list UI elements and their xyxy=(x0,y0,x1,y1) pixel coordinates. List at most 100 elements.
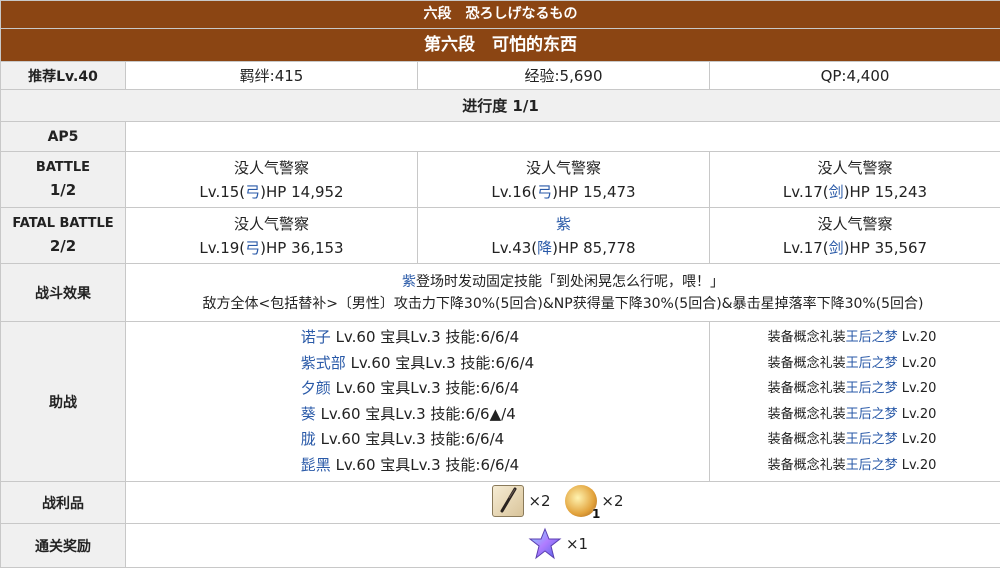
drops-label: 战利品 xyxy=(0,481,126,524)
servant-link[interactable]: 诺子 xyxy=(301,328,331,346)
gem-icon[interactable]: 1 xyxy=(565,484,600,521)
support-ce: 装备概念礼装王后之梦 Lv.20 xyxy=(711,402,995,428)
progress-row: 进行度 1/1 xyxy=(0,89,1000,122)
ce-link[interactable]: 王后之梦 xyxy=(846,330,898,345)
enemy-name: 没人气警察 xyxy=(525,158,601,177)
effect-label: 战斗效果 xyxy=(0,263,126,322)
drops-row: 战利品 ×2 1 ×2 xyxy=(0,481,1000,524)
enemy-name-link[interactable]: 紫 xyxy=(419,212,709,236)
ce-prefix: 装备概念礼装 xyxy=(767,406,846,422)
ce-link[interactable]: 王后之梦 xyxy=(846,356,898,371)
servant-info: Lv.60 宝具Lv.3 技能:6/6▲/4 xyxy=(315,404,516,423)
battle-label-1: BATTLE 1/2 xyxy=(0,151,126,208)
feather-icon[interactable] xyxy=(492,484,525,517)
effect-line-1-text: 登场时发动固定技能「到处闲晃怎么行呢，喂！」 xyxy=(416,273,724,290)
effect-row: 战斗效果 紫登场时发动固定技能「到处闲晃怎么行呢，喂！」 敌方全体<包括替补>〔… xyxy=(0,263,1000,322)
enemy-class-link[interactable]: 弓 xyxy=(245,239,260,257)
qp-value: QP:4,400 xyxy=(709,61,1000,90)
enemy-cell: 没人气警察 Lv.15(弓)HP 14,952 xyxy=(125,151,418,208)
enemy-stat: Lv.15(弓)HP 14,952 xyxy=(127,180,417,204)
reward-label: 通关奖励 xyxy=(0,523,126,568)
effect-line-2: 敌方全体<包括替补>〔男性〕攻击力下降30%(5回合)&NP获得量下降30%(5… xyxy=(202,295,924,312)
battle-label-1-title: BATTLE xyxy=(35,160,91,175)
ce-level: Lv.20 xyxy=(897,355,937,371)
enemy-level: Lv.15( xyxy=(199,182,246,201)
servant-info: Lv.60 宝具Lv.3 技能:6/6/4 xyxy=(345,353,535,372)
reward-cell: ×1 xyxy=(125,523,1000,568)
reward-qty: ×1 xyxy=(565,534,589,553)
enemy-name: 没人气警察 xyxy=(817,158,893,177)
battle-label-2-title: FATAL BATTLE xyxy=(12,216,114,231)
title-row-jp: 六段 恐ろしげなるもの xyxy=(0,0,1000,29)
enemy-class-link[interactable]: 弓 xyxy=(245,183,260,201)
enemy-level: Lv.17( xyxy=(782,238,829,257)
support-servant: 紫式部 Lv.60 宝具Lv.3 技能:6/6/4 xyxy=(301,351,534,377)
enemy-name: 没人气警察 xyxy=(233,158,309,177)
enemy-name: 没人气警察 xyxy=(233,214,309,233)
enemy-class-link[interactable]: 剑 xyxy=(829,239,844,257)
servant-info: Lv.60 宝具Lv.3 技能:6/6/4 xyxy=(330,379,520,397)
support-ce: 装备概念礼装王后之梦 Lv.20 xyxy=(711,427,995,453)
ce-prefix: 装备概念礼装 xyxy=(767,355,846,371)
info-row: 推荐Lv.40 羁绊:415 经验:5,690 QP:4,400 xyxy=(0,61,1000,90)
title-row-cn: 第六段 可怕的东西 xyxy=(0,28,1000,62)
ap-label: AP5 xyxy=(0,121,126,152)
bond-value: 羁绊:415 xyxy=(125,61,418,90)
servant-link[interactable]: 胧 xyxy=(301,430,316,448)
enemy-name: 没人气警察 xyxy=(817,214,893,233)
effect-servant-link[interactable]: 紫 xyxy=(402,274,416,290)
effect-cell: 紫登场时发动固定技能「到处闲晃怎么行呢，喂！」 敌方全体<包括替补>〔男性〕攻击… xyxy=(125,263,1000,322)
reward-item: ×1 xyxy=(528,527,598,561)
support-ce-list: 装备概念礼装王后之梦 Lv.20 装备概念礼装王后之梦 Lv.20 装备概念礼装… xyxy=(709,321,1000,482)
ce-link[interactable]: 王后之梦 xyxy=(846,381,898,396)
support-servant-list: 诺子 Lv.60 宝具Lv.3 技能:6/6/4 紫式部 Lv.60 宝具Lv.… xyxy=(301,325,534,478)
drop-item: ×2 xyxy=(492,484,560,517)
ce-link[interactable]: 王后之梦 xyxy=(846,407,898,422)
enemy-level: Lv.43( xyxy=(491,238,538,257)
servant-link[interactable]: 夕颜 xyxy=(301,379,331,397)
ce-prefix: 装备概念礼装 xyxy=(767,432,846,447)
battle-label-2: FATAL BATTLE 2/2 xyxy=(0,207,126,264)
battle-row-1: BATTLE 1/2 没人气警察 Lv.15(弓)HP 14,952 没人气警察… xyxy=(0,151,1000,208)
enemy-stat: Lv.16(弓)HP 15,473 xyxy=(419,180,709,204)
progress-label: 进行度 1/1 xyxy=(0,89,1000,122)
enemy-hp: )HP 15,473 xyxy=(552,182,636,201)
enemy-cell: 没人气警察 Lv.17(剑)HP 35,567 xyxy=(709,207,1000,264)
enemy-hp: )HP 14,952 xyxy=(260,182,344,201)
ce-link[interactable]: 王后之梦 xyxy=(846,432,898,447)
enemy-class-link[interactable]: 弓 xyxy=(537,183,552,201)
enemy-cell: 没人气警察 Lv.17(剑)HP 15,243 xyxy=(709,151,1000,208)
support-ce: 装备概念礼装王后之梦 Lv.20 xyxy=(711,325,995,351)
drop-badge: 1 xyxy=(592,506,601,521)
ce-level: Lv.20 xyxy=(897,432,937,447)
servant-link[interactable]: 紫式部 xyxy=(301,354,346,372)
support-servant: 夕颜 Lv.60 宝具Lv.3 技能:6/6/4 xyxy=(301,376,534,402)
enemy-level: Lv.16( xyxy=(491,182,538,201)
enemy-level: Lv.19( xyxy=(199,238,246,257)
saint-quartz-icon[interactable] xyxy=(528,527,562,561)
support-servant: 髭黑 Lv.60 宝具Lv.3 技能:6/6/4 xyxy=(301,453,534,479)
support-ce: 装备概念礼装王后之梦 Lv.20 xyxy=(711,376,995,402)
servant-info: Lv.60 宝具Lv.3 技能:6/6/4 xyxy=(315,430,505,448)
enemy-cell: 紫 Lv.43(降)HP 85,778 xyxy=(417,207,710,264)
ce-prefix: 装备概念礼装 xyxy=(767,457,846,473)
ce-level: Lv.20 xyxy=(897,457,937,473)
enemy-class-link[interactable]: 降 xyxy=(537,239,552,257)
enemy-hp: )HP 15,243 xyxy=(843,182,928,201)
ce-link[interactable]: 王后之梦 xyxy=(846,458,898,473)
recommend-level: 推荐Lv.40 xyxy=(0,61,126,90)
enemy-class-link[interactable]: 剑 xyxy=(829,183,844,201)
reward-row: 通关奖励 ×1 xyxy=(0,523,1000,568)
drop-item: 1 ×2 xyxy=(565,484,633,521)
quest-title-jp: 六段 恐ろしげなるもの xyxy=(0,0,1000,29)
support-ce: 装备概念礼装王后之梦 Lv.20 xyxy=(711,453,995,479)
support-servant: 胧 Lv.60 宝具Lv.3 技能:6/6/4 xyxy=(301,427,534,453)
servant-link[interactable]: 髭黑 xyxy=(301,456,331,474)
drop-qty: ×2 xyxy=(528,491,551,510)
ap-empty xyxy=(125,121,1000,152)
enemy-stat: Lv.43(降)HP 85,778 xyxy=(419,236,709,260)
support-ce: 装备概念礼装王后之梦 Lv.20 xyxy=(711,351,995,377)
drop-qty: ×2 xyxy=(601,491,624,510)
battle-label-2-count: 2/2 xyxy=(49,237,77,255)
servant-link[interactable]: 葵 xyxy=(301,405,316,423)
